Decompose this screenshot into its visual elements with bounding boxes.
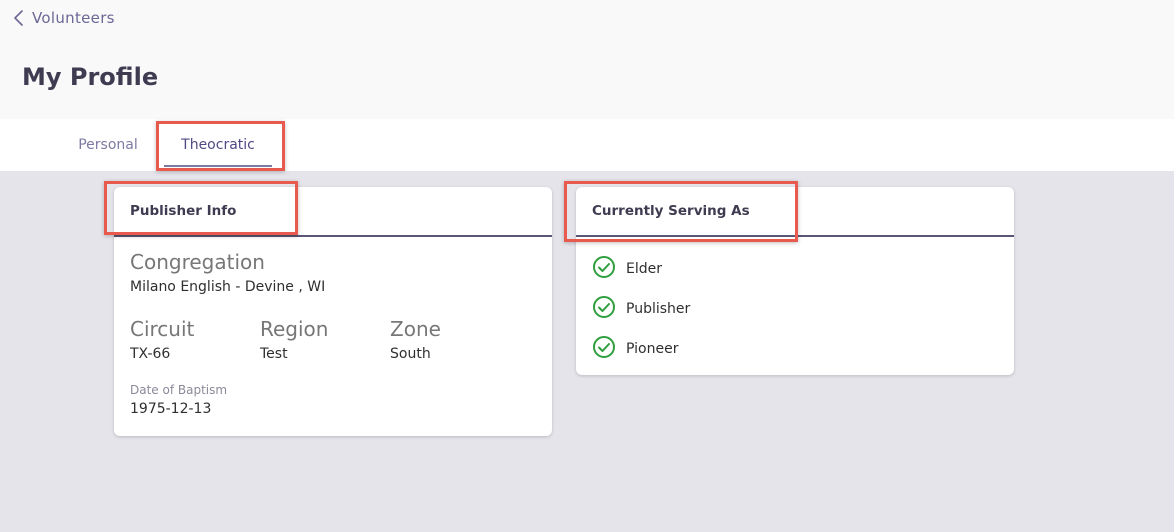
zone-value: South [390, 346, 431, 362]
back-link-volunteers[interactable]: Volunteers [12, 6, 115, 30]
back-link-label: Volunteers [32, 9, 115, 27]
circuit-label: Circuit [130, 317, 195, 341]
serving-item-label: Publisher [626, 301, 691, 317]
tab-bar: Personal Theocratic [0, 119, 1174, 171]
baptism-label: Date of Baptism [130, 383, 228, 397]
chevron-left-icon [12, 9, 24, 27]
tab-personal[interactable]: Personal [76, 119, 140, 168]
zone-label: Zone [390, 317, 441, 341]
check-circle-icon [592, 295, 616, 323]
currently-serving-title: Currently Serving As [576, 187, 1014, 237]
congregation-value: Milano English - Devine , WI [130, 279, 326, 295]
congregation-label: Congregation [130, 250, 265, 274]
check-circle-icon [592, 255, 616, 283]
serving-item-label: Elder [626, 261, 662, 277]
page-title: My Profile [22, 63, 159, 91]
baptism-value: 1975-12-13 [130, 401, 212, 417]
serving-item-pioneer: Pioneer [592, 335, 678, 363]
publisher-info-card: Publisher Info Congregation Milano Engli… [114, 187, 552, 436]
serving-item-elder: Elder [592, 255, 662, 283]
currently-serving-card: Currently Serving As Elder Publisher Pio… [576, 187, 1014, 375]
serving-item-label: Pioneer [626, 341, 679, 357]
serving-item-publisher: Publisher [592, 295, 690, 323]
region-label: Region [260, 317, 329, 341]
region-value: Test [260, 346, 288, 362]
tab-theocratic-label: Theocratic [181, 137, 255, 153]
check-circle-icon [592, 335, 616, 363]
active-tab-indicator [164, 165, 272, 167]
page-header: Volunteers My Profile [0, 0, 1174, 119]
tab-theocratic[interactable]: Theocratic [164, 119, 272, 168]
tab-personal-label: Personal [78, 137, 138, 153]
circuit-value: TX-66 [130, 346, 171, 362]
publisher-info-title: Publisher Info [114, 187, 552, 237]
